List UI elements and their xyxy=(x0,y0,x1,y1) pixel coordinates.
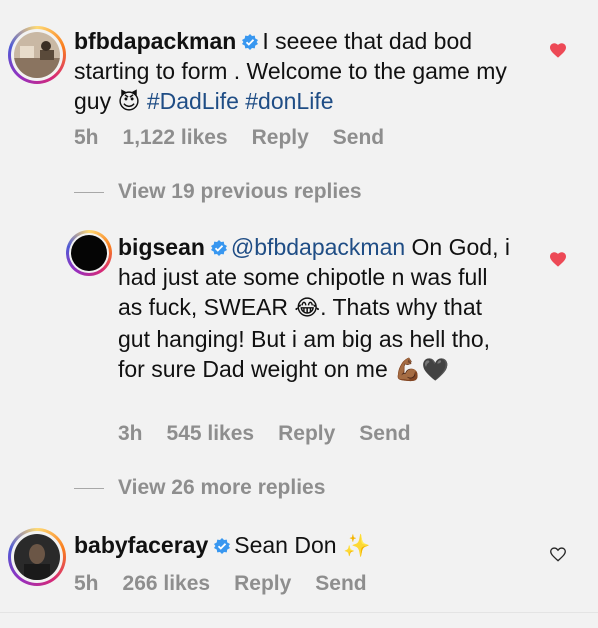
comment-body: Sean Don xyxy=(234,532,337,558)
comment-text: babyfaceray Sean Don ✨ xyxy=(74,530,534,562)
verified-badge-icon xyxy=(214,538,231,554)
username[interactable]: babyfaceray xyxy=(74,532,208,558)
bottom-divider xyxy=(0,612,598,613)
send-button[interactable]: Send xyxy=(315,572,366,595)
sparkles-emoji: ✨ xyxy=(342,534,371,559)
timestamp: 5h xyxy=(74,572,99,595)
avatar-babyfaceray[interactable] xyxy=(8,528,66,586)
reply-button[interactable]: Reply xyxy=(234,572,291,595)
heart-outline-icon[interactable] xyxy=(549,546,567,562)
comment-meta: 5h 266 likes Reply Send xyxy=(74,572,391,596)
comment-babyfaceray: babyfaceray Sean Don ✨ 5h 266 likes Reply Se… xyxy=(0,0,598,628)
likes-count[interactable]: 266 likes xyxy=(123,572,211,595)
